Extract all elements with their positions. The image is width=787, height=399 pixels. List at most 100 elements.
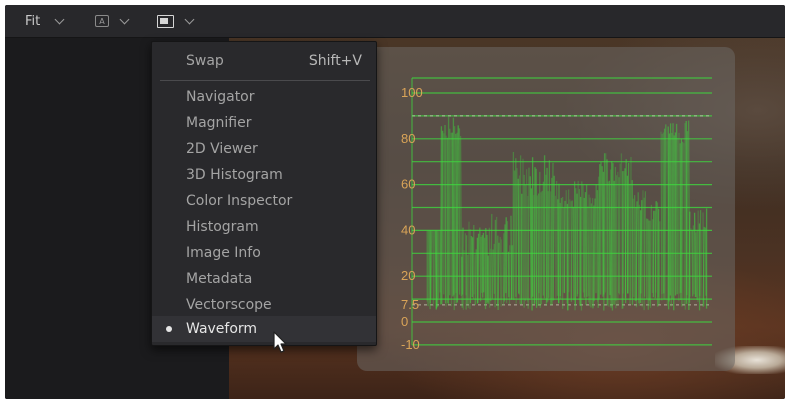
waveform-trace-stroke (700, 230, 703, 300)
waveform-trace-stroke (570, 200, 573, 302)
waveform-trace-stroke (598, 164, 601, 299)
waveform-trace-stroke (691, 230, 694, 297)
menu-item-label: 2D Viewer (186, 141, 258, 157)
menu-item-vectorscope[interactable]: Vectorscope (152, 292, 376, 318)
menu-item-label: Magnifier (186, 115, 252, 131)
menu-item-shortcut: Shift+V (308, 53, 362, 69)
waveform-trace (426, 116, 708, 311)
waveform-trace-stroke (671, 123, 674, 300)
waveform-trace-stroke (467, 221, 470, 309)
waveform-trace-stroke (559, 198, 563, 300)
ab-compare-dropdown[interactable]: A (95, 5, 130, 37)
menu-item-color-inspector[interactable]: Color Inspector (152, 188, 376, 214)
waveform-trace-stroke (517, 178, 520, 294)
waveform-trace-stroke (444, 124, 447, 304)
waveform-trace-stroke (647, 218, 649, 310)
waveform-trace-stroke (481, 235, 484, 298)
menu-item-waveform[interactable]: Waveform (152, 316, 376, 342)
menu-item-label: Navigator (186, 89, 255, 105)
waveform-trace-stroke (622, 170, 625, 294)
viewer-layout-dropdown[interactable] (157, 5, 195, 37)
waveform-trace-stroke (554, 195, 557, 298)
waveform-trace-stroke (430, 230, 433, 299)
waveform-trace-stroke (451, 132, 454, 297)
fit-label: Fit (25, 13, 41, 29)
menu-item-histogram[interactable]: Histogram (152, 214, 376, 240)
viewer-options-menu: Swap Shift+V Navigator Magnifier 2D View… (151, 41, 377, 346)
waveform-trace-stroke (530, 188, 533, 311)
waveform-trace-stroke (545, 174, 548, 306)
waveform-trace-stroke (519, 155, 522, 305)
waveform-trace-stroke (473, 254, 476, 295)
waveform-trace-stroke (456, 125, 459, 303)
waveform-trace-stroke (641, 190, 644, 308)
waveform-trace-stroke (661, 133, 663, 301)
waveform-trace-stroke (615, 175, 618, 309)
waveform-trace-stroke (643, 191, 647, 297)
waveform-trace-stroke (577, 180, 579, 295)
viewer-window: 100 80 60 40 20 7.5 0 -10 Fit A Swap Shift+V Na… (5, 5, 785, 399)
waveform-trace-stroke (693, 212, 697, 298)
waveform-trace-stroke (680, 139, 683, 293)
waveform-trace-stroke (654, 201, 657, 299)
waveform-trace-stroke (459, 135, 463, 297)
waveform-trace-stroke (608, 180, 611, 296)
waveform-trace-stroke (675, 123, 678, 295)
menu-item-2d-viewer[interactable]: 2D Viewer (152, 136, 376, 162)
waveform-trace-stroke (582, 184, 585, 293)
waveform-trace-stroke (535, 195, 539, 307)
waveform-trace-stroke (618, 163, 621, 295)
waveform-trace-stroke (607, 181, 610, 307)
waveform-trace-stroke (555, 180, 559, 296)
menu-item-label: Image Info (186, 245, 261, 261)
menu-item-label: Histogram (186, 219, 259, 235)
waveform-trace-stroke (466, 254, 469, 305)
menu-item-3d-histogram[interactable]: 3D Histogram (152, 162, 376, 188)
waveform-trace-stroke (485, 227, 487, 304)
waveform-scale-label: 7.5 (401, 297, 419, 312)
ab-compare-icon: A (95, 15, 109, 27)
menu-item-label: Metadata (186, 271, 253, 287)
waveform-scale-label: -10 (401, 337, 420, 352)
menu-separator (160, 80, 370, 81)
waveform-trace-stroke (589, 197, 591, 306)
menu-item-label: Waveform (186, 321, 258, 337)
waveform-trace-stroke (635, 201, 638, 301)
waveform-trace-stroke (495, 216, 498, 301)
waveform-trace-stroke (515, 168, 518, 304)
chevron-down-icon (184, 14, 195, 24)
waveform-trace-stroke (611, 163, 614, 311)
waveform-trace-stroke (610, 161, 613, 308)
waveform-trace-stroke (593, 198, 596, 302)
waveform-trace-stroke (699, 210, 702, 296)
waveform-scale-label: 60 (401, 177, 415, 192)
viewer-layout-icon (157, 14, 174, 28)
menu-item-navigator[interactable]: Navigator (152, 84, 376, 110)
menu-item-metadata[interactable]: Metadata (152, 266, 376, 292)
menu-item-image-info[interactable]: Image Info (152, 240, 376, 266)
waveform-trace-stroke (497, 242, 500, 311)
waveform-scale-label: 0 (401, 314, 408, 329)
waveform-trace-stroke (491, 249, 494, 299)
waveform-trace-stroke (658, 221, 661, 305)
waveform-scale-label: 20 (401, 268, 415, 283)
waveform-trace-stroke (627, 162, 630, 294)
waveform-graph: 100 80 60 40 20 7.5 0 -10 (401, 77, 712, 352)
chevron-down-icon (54, 14, 65, 24)
waveform-trace-stroke (657, 208, 660, 307)
menu-item-swap[interactable]: Swap Shift+V (152, 48, 376, 74)
menu-item-label: Color Inspector (186, 193, 293, 209)
mouse-pointer-icon (273, 331, 287, 353)
waveform-trace-stroke (503, 224, 506, 302)
waveform-trace-stroke (667, 133, 671, 310)
waveform-trace-stroke (620, 153, 623, 310)
waveform-trace-stroke (689, 228, 692, 297)
menu-item-magnifier[interactable]: Magnifier (152, 110, 376, 136)
waveform-scale-label: 100 (401, 85, 423, 100)
waveform-panel[interactable]: 100 80 60 40 20 7.5 0 -10 (357, 47, 735, 371)
waveform-trace-stroke (527, 167, 530, 309)
waveform-trace-stroke (563, 200, 566, 294)
waveform-trace-stroke (603, 153, 606, 311)
fit-dropdown[interactable]: Fit (25, 5, 65, 37)
waveform-trace-stroke (624, 159, 627, 298)
